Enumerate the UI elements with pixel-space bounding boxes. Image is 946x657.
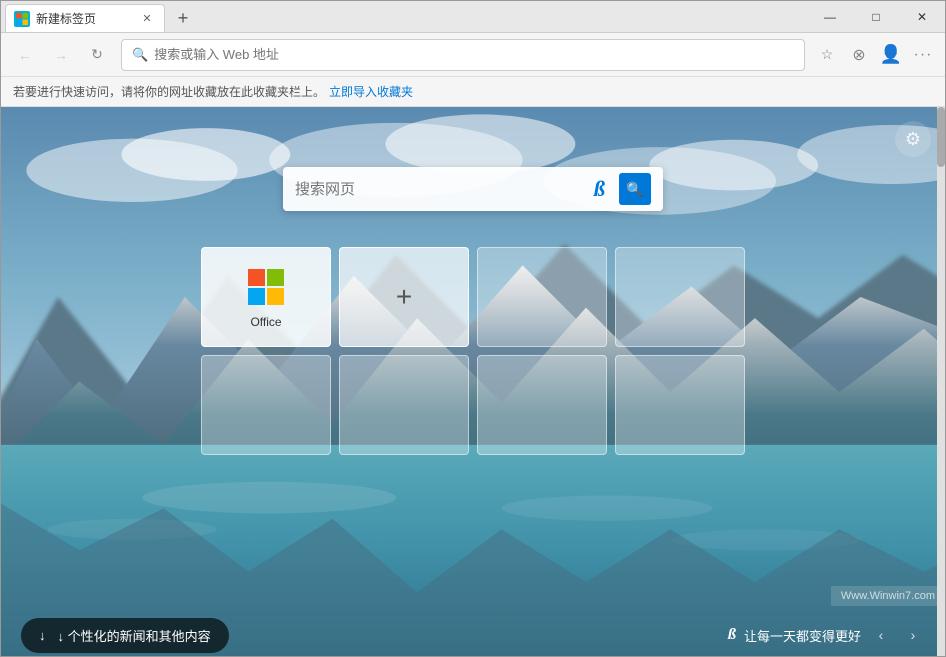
speed-dial-empty-5[interactable] xyxy=(477,355,607,455)
news-button[interactable]: ↓ ↓ 个性化的新闻和其他内容 xyxy=(21,618,229,653)
main-content: ⚙ ß 🔍 Office xyxy=(1,107,945,656)
speed-dial-office[interactable]: Office xyxy=(201,247,331,347)
bing-logo: ß xyxy=(594,176,605,202)
watermark: Www.Winwin7.com xyxy=(831,586,945,606)
speed-dial-empty-1[interactable] xyxy=(477,247,607,347)
tab-icon xyxy=(14,11,30,27)
speed-dial-add[interactable]: + xyxy=(339,247,469,347)
speed-dial-empty-2[interactable] xyxy=(615,247,745,347)
settings-button[interactable]: ⚙ xyxy=(895,121,931,157)
tab-close-button[interactable]: ✕ xyxy=(138,10,156,28)
profile-button[interactable]: 👤 xyxy=(877,41,905,69)
next-slide-button[interactable]: › xyxy=(901,623,925,647)
favorites-button[interactable]: ☆ xyxy=(813,41,841,69)
tab-area: 新建标签页 ✕ + xyxy=(5,1,807,32)
bottom-tagline: 让每一天都变得更好 xyxy=(744,626,861,645)
scrollbar[interactable] xyxy=(937,107,945,656)
minimize-button[interactable]: — xyxy=(807,1,853,33)
import-favorites-link[interactable]: 立即导入收藏夹 xyxy=(329,83,413,100)
bottom-bar: ↓ ↓ 个性化的新闻和其他内容 ß 让每一天都变得更好 ‹ › xyxy=(1,614,945,656)
close-button[interactable]: ✕ xyxy=(899,1,945,33)
active-tab[interactable]: 新建标签页 ✕ xyxy=(5,4,165,32)
office-icon xyxy=(244,265,288,309)
speed-dial-grid: Office + xyxy=(201,247,745,455)
bottom-right: ß 让每一天都变得更好 ‹ › xyxy=(728,623,925,647)
watermark-text: Www.Winwin7.com xyxy=(841,590,935,602)
office-tile-label: Office xyxy=(250,315,281,329)
prev-slide-button[interactable]: ‹ xyxy=(869,623,893,647)
new-tab-button[interactable]: + xyxy=(169,4,197,32)
forward-button[interactable]: → xyxy=(45,39,77,71)
search-container: ß 🔍 xyxy=(283,167,663,211)
bing-bottom-logo: ß xyxy=(728,626,736,644)
address-search-icon: 🔍 xyxy=(132,47,148,63)
hub-button[interactable]: ⊗ xyxy=(845,41,873,69)
bookmarkbar: 若要进行快速访问，请将你的网址收藏放在此收藏夹栏上。 立即导入收藏夹 xyxy=(1,77,945,107)
news-arrow-icon: ↓ xyxy=(39,628,46,643)
titlebar: 新建标签页 ✕ + — □ ✕ xyxy=(1,1,945,33)
gear-icon: ⚙ xyxy=(905,129,921,150)
window-controls: — □ ✕ xyxy=(807,1,945,33)
navbar: ← → ↻ 🔍 ☆ ⊗ 👤 ··· xyxy=(1,33,945,77)
speed-dial-empty-6[interactable] xyxy=(615,355,745,455)
refresh-button[interactable]: ↻ xyxy=(81,39,113,71)
browser-window: 新建标签页 ✕ + — □ ✕ ← → ↻ 🔍 ☆ ⊗ 👤 ··· 若要进行快速… xyxy=(0,0,946,657)
address-input[interactable] xyxy=(154,47,794,62)
speed-dial-empty-4[interactable] xyxy=(339,355,469,455)
search-button[interactable]: 🔍 xyxy=(619,173,651,205)
search-input[interactable] xyxy=(295,181,594,198)
speed-dial-empty-3[interactable] xyxy=(201,355,331,455)
maximize-button[interactable]: □ xyxy=(853,1,899,33)
search-box[interactable]: ß 🔍 xyxy=(283,167,663,211)
address-bar[interactable]: 🔍 xyxy=(121,39,805,71)
back-button[interactable]: ← xyxy=(9,39,41,71)
scrollbar-thumb[interactable] xyxy=(937,107,945,167)
add-icon: + xyxy=(396,281,412,313)
news-button-label: ↓ 个性化的新闻和其他内容 xyxy=(58,626,211,645)
more-button[interactable]: ··· xyxy=(909,41,937,69)
bookmarkbar-message: 若要进行快速访问，请将你的网址收藏放在此收藏夹栏上。 xyxy=(13,83,325,100)
tab-title: 新建标签页 xyxy=(36,10,138,27)
